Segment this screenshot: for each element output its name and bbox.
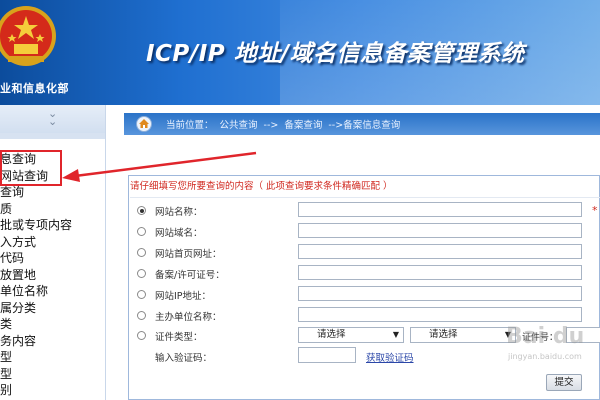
breadcrumb-current: -->备案信息查询 (328, 120, 401, 131)
breadcrumb: 当前位置： 公共查询 --> 备案查询 -->备案信息查询 (124, 113, 600, 135)
sidebar-item[interactable]: 批或专项内容 (0, 217, 72, 234)
caret-down-icon: ▼ (392, 330, 399, 339)
radio-certificate-type[interactable] (137, 331, 146, 340)
field-label-certificate-type: 证件类型： (155, 332, 203, 343)
sidebar-item[interactable]: 质 (0, 201, 72, 218)
field-label-sponsor-name: 主办单位名称： (155, 312, 222, 323)
radio-license-number[interactable] (137, 269, 146, 278)
row-divider (130, 197, 600, 198)
header-banner: 业和信息化部 ICP/IP 地址/域名信息备案管理系统 (0, 0, 600, 105)
national-emblem-icon (0, 6, 56, 66)
certificate-type-select[interactable]: 请选择 ▼ (298, 327, 404, 343)
sidebar-collapse-bar[interactable]: ⌄ ⌄ (0, 105, 105, 133)
website-domain-input[interactable] (298, 223, 582, 238)
radio-homepage-url[interactable] (137, 248, 146, 257)
homepage-url-input[interactable] (298, 244, 582, 259)
sidebar-item[interactable]: 型 (0, 349, 72, 366)
captcha-label: 输入验证码： (155, 353, 213, 364)
sidebar-item[interactable]: 放置地 (0, 267, 72, 284)
breadcrumb-prefix: 当前位置： (166, 120, 214, 131)
form-hint: 请仔细填写您所要查询的内容（ 此项查询要求条件精确匹配 ） (130, 181, 393, 192)
sidebar-item[interactable]: 别 (0, 382, 72, 399)
submit-button[interactable]: 提交 (546, 374, 582, 391)
field-label-license-number: 备案/许可证号： (155, 270, 225, 281)
sidebar-item[interactable]: 型 (0, 366, 72, 383)
sidebar-divider (0, 133, 105, 139)
breadcrumb-item[interactable]: 备案查询 (284, 120, 322, 131)
sidebar-menu: 息查询 网站查询 查询 质 批或专项内容 入方式 代码 放置地 单位名称 属分类… (0, 151, 72, 399)
sidebar-item[interactable]: 查询 (0, 184, 72, 201)
page-title: ICP/IP 地址/域名信息备案管理系统 (146, 41, 525, 67)
field-label-homepage-url: 网站首页网址： (155, 249, 222, 260)
certificate-subtype-select[interactable]: 请选择 ▼ (410, 327, 516, 343)
website-name-input[interactable] (298, 202, 582, 217)
annotation-highlight-box (0, 150, 62, 186)
sidebar-item[interactable]: 代码 (0, 250, 72, 267)
radio-website-ip[interactable] (137, 290, 146, 299)
field-label-website-name: 网站名称： (155, 207, 203, 218)
radio-website-domain[interactable] (137, 227, 146, 236)
sidebar-item[interactable]: 入方式 (0, 234, 72, 251)
website-ip-input[interactable] (298, 286, 582, 301)
field-label-website-ip: 网站IP地址： (155, 291, 212, 302)
radio-website-name[interactable] (137, 206, 146, 215)
sidebar-item[interactable]: 类 (0, 316, 72, 333)
breadcrumb-separator: --> (263, 120, 279, 131)
select-value: 请选择 (429, 329, 458, 340)
breadcrumb-item[interactable]: 公共查询 (220, 120, 258, 131)
sidebar-item[interactable]: 务内容 (0, 333, 72, 350)
home-icon[interactable] (136, 116, 152, 132)
get-captcha-link[interactable]: 获取验证码 (366, 350, 414, 364)
field-label-website-domain: 网站域名： (155, 228, 203, 239)
radio-sponsor-name[interactable] (137, 311, 146, 320)
sponsor-name-input[interactable] (298, 307, 582, 322)
select-value: 请选择 (317, 329, 346, 340)
required-mark: * (592, 204, 598, 217)
ministry-name: 业和信息化部 (0, 82, 69, 95)
chevron-double-down-icon[interactable]: ⌄ ⌄ (48, 108, 57, 127)
watermark-subtext: jingyan.baidu.com (508, 352, 582, 361)
sidebar-item[interactable]: 单位名称 (0, 283, 72, 300)
captcha-input[interactable] (298, 347, 356, 363)
breadcrumb-trail: 当前位置： 公共查询 --> 备案查询 -->备案信息查询 (166, 117, 406, 131)
baidu-watermark: Bai du (506, 324, 585, 349)
license-number-input[interactable] (298, 265, 582, 280)
sidebar-item[interactable]: 属分类 (0, 300, 72, 317)
